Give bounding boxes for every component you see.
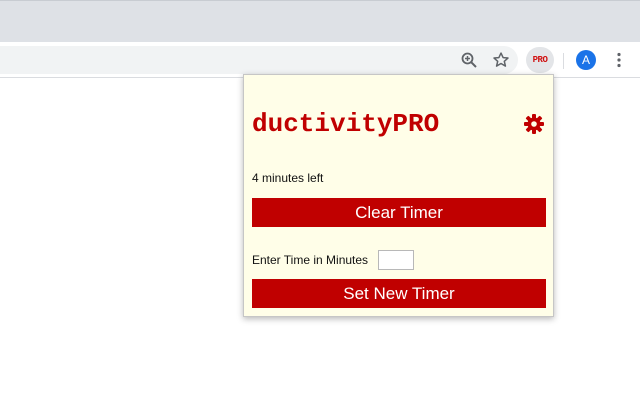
extension-popup: ductivityPRO 4 minutes left Clear Timer … bbox=[243, 74, 554, 317]
bookmark-star-icon[interactable] bbox=[489, 48, 513, 72]
brand-title: ductivityPRO bbox=[252, 109, 440, 139]
avatar-initial: A bbox=[581, 53, 590, 67]
minutes-input[interactable] bbox=[378, 250, 414, 270]
browser-tab-strip bbox=[0, 0, 640, 42]
toolbar-divider bbox=[563, 53, 564, 69]
timer-status: 4 minutes left bbox=[252, 171, 324, 185]
profile-avatar[interactable]: A bbox=[576, 50, 596, 70]
time-input-label: Enter Time in Minutes bbox=[252, 253, 369, 267]
clear-timer-button[interactable]: Clear Timer bbox=[252, 198, 546, 227]
more-vert-icon[interactable] bbox=[607, 48, 631, 72]
productivity-pro-extension-button[interactable]: PRO bbox=[526, 47, 554, 73]
address-bar[interactable] bbox=[0, 46, 518, 74]
extension-badge-label: PRO bbox=[532, 55, 548, 65]
gear-icon[interactable] bbox=[523, 113, 545, 135]
browser-toolbar: PRO A bbox=[0, 42, 640, 78]
set-new-timer-button[interactable]: Set New Timer bbox=[252, 279, 546, 308]
zoom-in-icon[interactable] bbox=[457, 48, 481, 72]
